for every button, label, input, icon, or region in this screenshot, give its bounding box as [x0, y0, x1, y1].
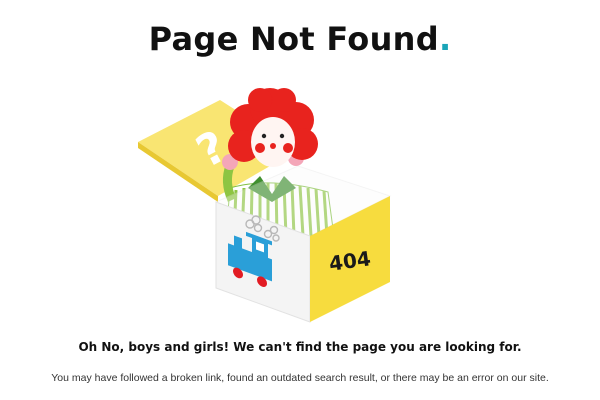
page-title: Page Not Found.	[0, 14, 600, 64]
page-not-found: Page Not Found. ? 404 Oh No, boys and gi…	[0, 0, 600, 400]
error-headline: Oh No, boys and girls! We can't find the…	[78, 340, 522, 354]
error-description: You may have followed a broken link, fou…	[51, 372, 549, 384]
clown-face	[251, 117, 295, 167]
title-accent-dot: .	[438, 20, 452, 58]
page-title-text: Page Not Found	[148, 20, 439, 58]
jack-in-the-box-illustration: ? 404	[138, 88, 392, 323]
